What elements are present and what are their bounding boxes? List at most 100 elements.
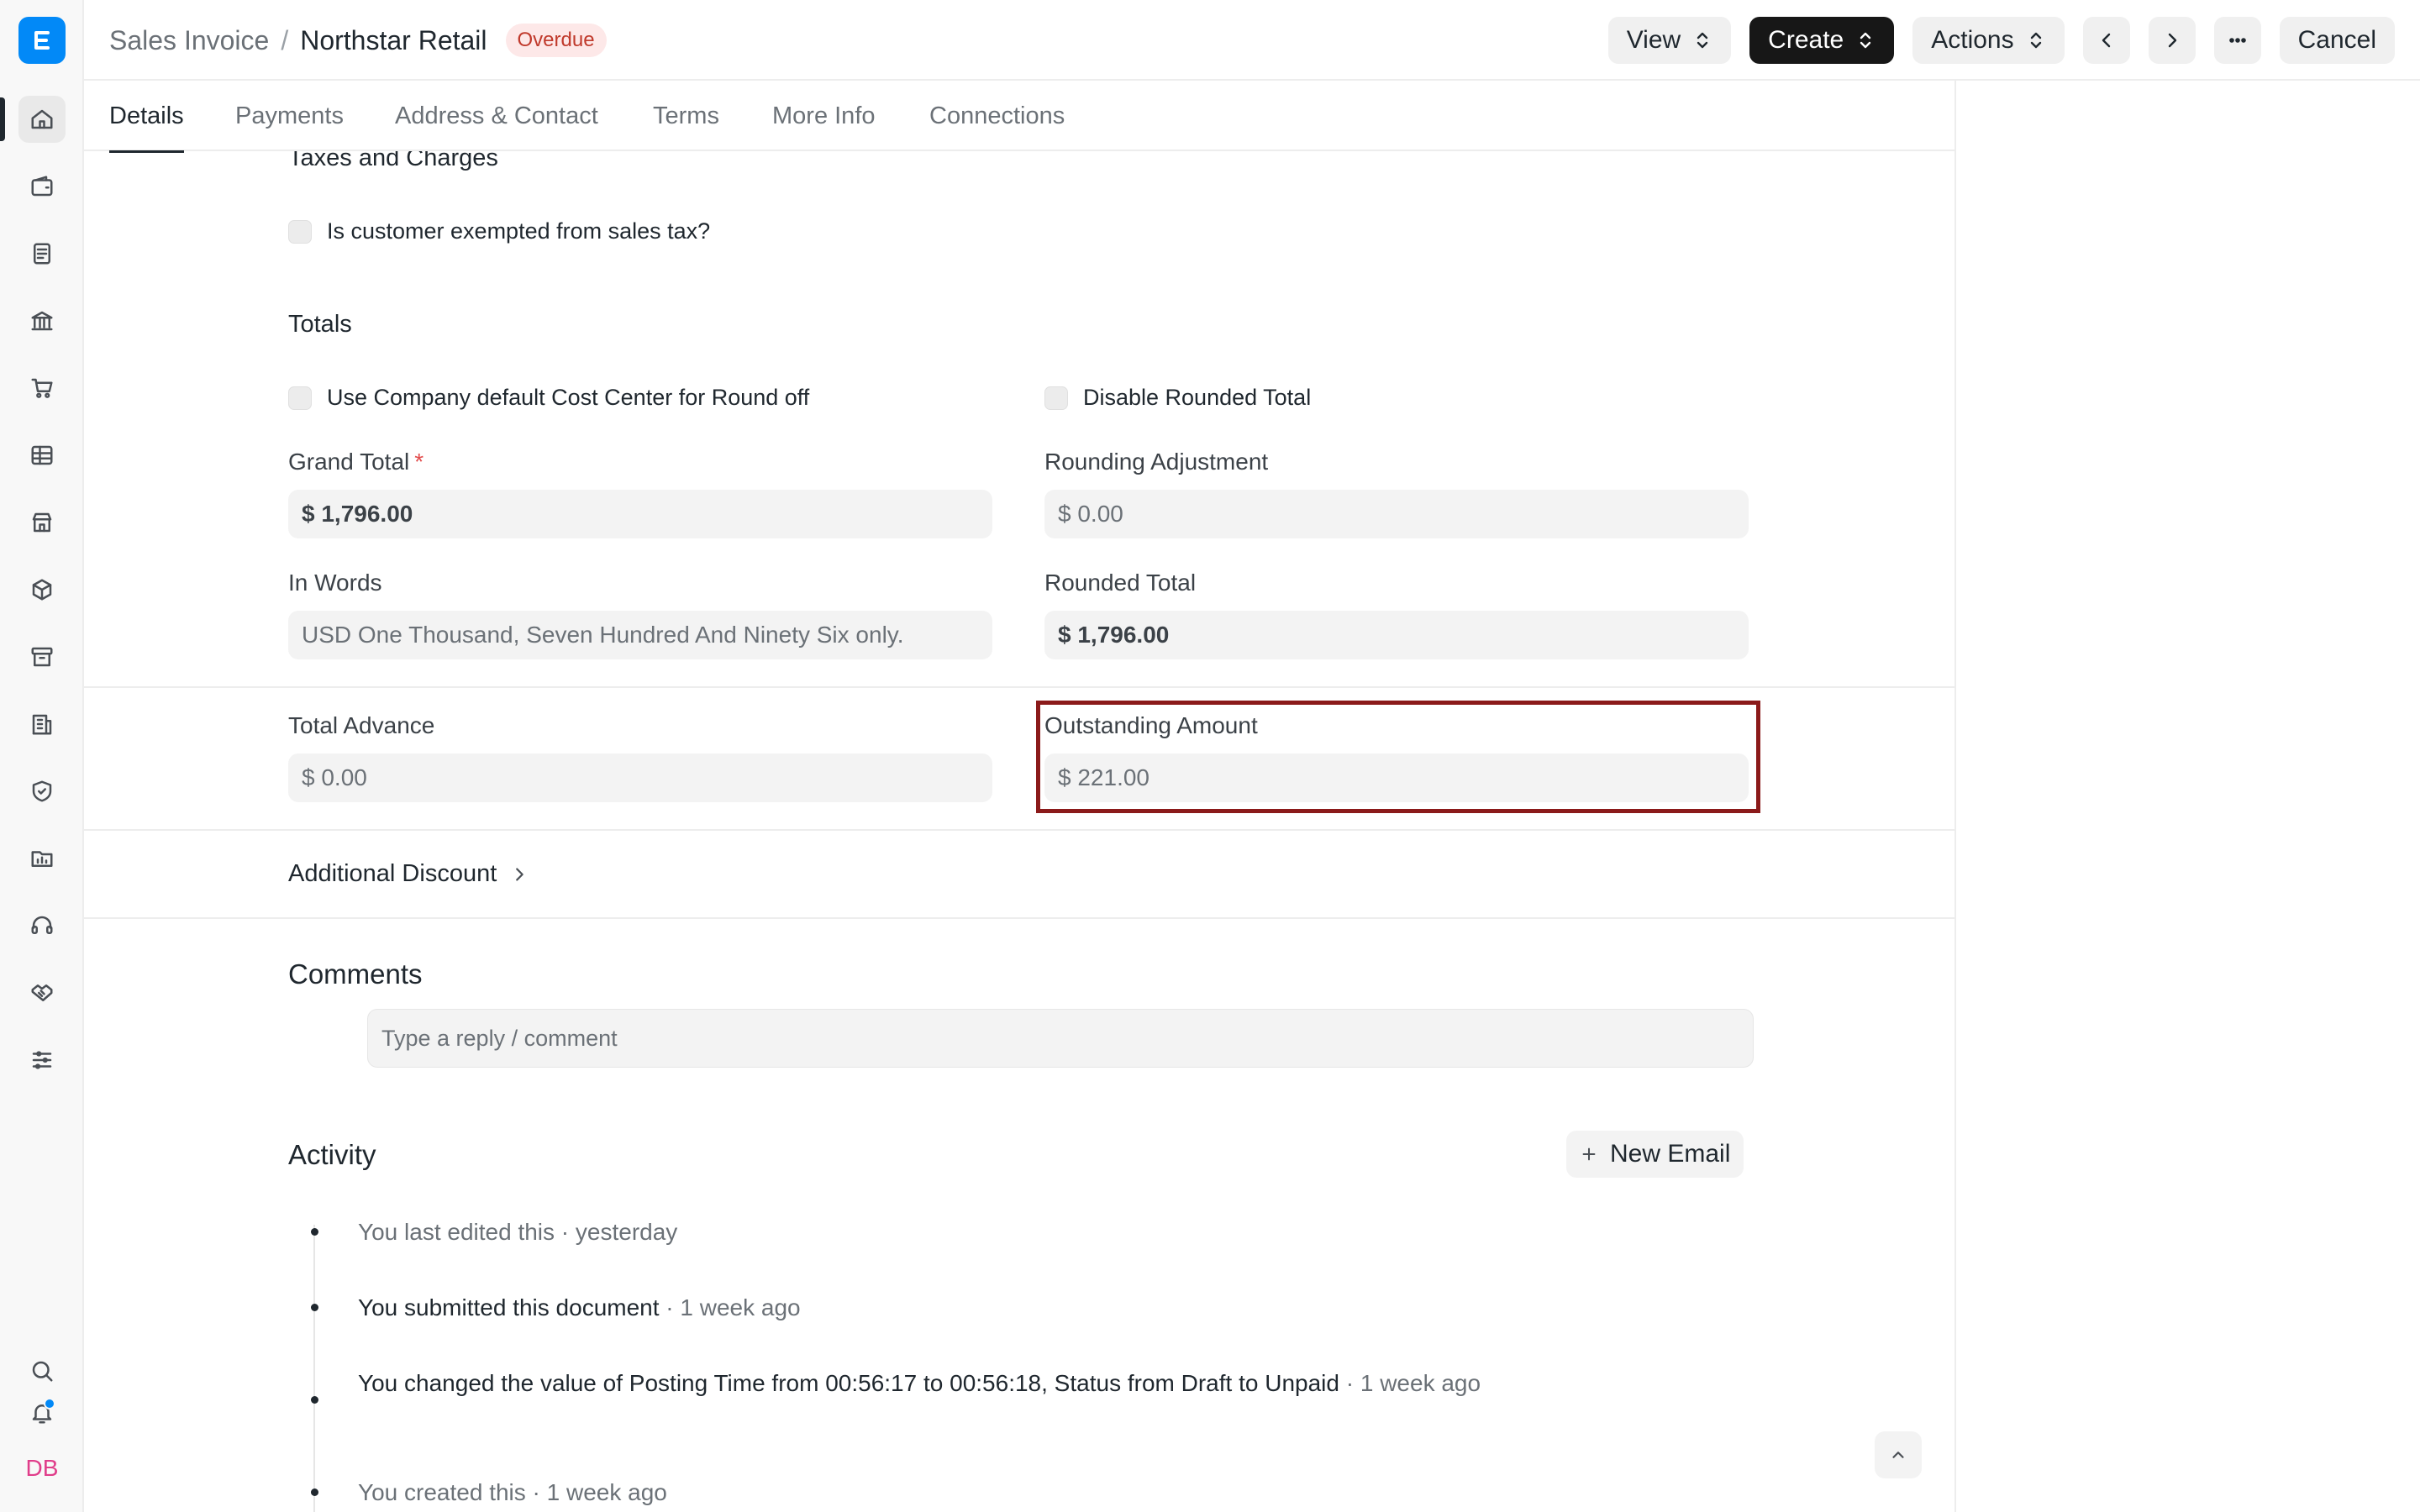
breadcrumb-parent-link[interactable]: Sales Invoice: [109, 25, 269, 56]
total-advance-field[interactable]: $ 0.00: [288, 753, 992, 802]
actions-button-label: Actions: [1931, 26, 2014, 54]
use-company-cost-center-checkbox[interactable]: [288, 386, 312, 410]
activity-timeline-line: [313, 1225, 315, 1512]
chevron-left-icon: [2102, 33, 2110, 48]
new-email-label: New Email: [1610, 1140, 1731, 1168]
grand-total-field[interactable]: $ 1,796.00: [288, 490, 992, 538]
form-content: Taxes and Charges Is customer exempted f…: [84, 151, 1954, 1512]
user-avatar[interactable]: DB: [18, 1445, 66, 1492]
chevron-right-icon: [516, 867, 524, 881]
rounded-total-label: Rounded Total: [1044, 570, 1197, 596]
additional-discount-toggle[interactable]: Additional Discount: [288, 860, 529, 888]
sidebar-active-indicator: [0, 97, 5, 141]
outstanding-amount-label: Outstanding Amount: [1044, 712, 1258, 738]
document-icon[interactable]: [18, 230, 66, 277]
chevron-up-icon: [1892, 1452, 1904, 1458]
in-words-label: In Words: [288, 570, 382, 596]
activity-item: You last edited this · yesterday: [358, 1219, 678, 1245]
cancel-button-label: Cancel: [2297, 26, 2376, 54]
grand-total-label-text: Grand Total: [288, 449, 410, 475]
more-options-button[interactable]: [2213, 17, 2261, 64]
tab-terms[interactable]: Terms: [653, 81, 719, 151]
timeline-dot: [311, 1396, 318, 1404]
view-button-label: View: [1626, 26, 1681, 54]
activity-item-time: · 1 week ago: [659, 1294, 801, 1320]
bank-icon[interactable]: [18, 297, 66, 344]
next-document-button[interactable]: [2148, 17, 2196, 64]
exempt-from-sales-tax-checkbox[interactable]: [288, 219, 312, 244]
handshake-icon[interactable]: [18, 969, 66, 1016]
outstanding-amount-field[interactable]: $ 221.00: [1044, 753, 1749, 802]
activity-item: You submitted this document · 1 week ago: [358, 1290, 1585, 1326]
archive-icon[interactable]: [18, 633, 66, 680]
erpnext-logo-icon: [34, 31, 50, 50]
home-icon[interactable]: [18, 96, 66, 143]
view-button[interactable]: View: [1607, 17, 1732, 64]
timeline-dot: [311, 1488, 318, 1496]
disable-rounded-total-row: Disable Rounded Total: [1044, 385, 1311, 411]
activity-text: You changed the value of Posting Time fr…: [358, 1370, 826, 1396]
chevron-up-down-icon: [1860, 32, 1871, 49]
activity-item-main: You submitted this document: [358, 1294, 660, 1320]
wallet-icon[interactable]: [18, 163, 66, 210]
rounding-adjustment-label: Rounding Adjustment: [1044, 449, 1269, 475]
required-mark: *: [414, 449, 424, 475]
rounded-total-field[interactable]: $ 1,796.00: [1044, 611, 1749, 659]
timeline-dot: [311, 1304, 318, 1311]
app-logo[interactable]: [18, 17, 66, 64]
tab-details[interactable]: Details: [109, 81, 184, 153]
right-panel-divider: [1954, 81, 1956, 1512]
sliders-icon[interactable]: [18, 1037, 66, 1084]
table-icon[interactable]: [18, 432, 66, 479]
activity-title: Activity: [288, 1139, 376, 1170]
in-words-field[interactable]: USD One Thousand, Seven Hundred And Nine…: [288, 611, 992, 659]
scroll-to-top-button[interactable]: [1875, 1431, 1922, 1478]
new-email-button[interactable]: New Email: [1566, 1131, 1744, 1178]
tab-payments[interactable]: Payments: [235, 81, 344, 151]
comment-input[interactable]: Type a reply / comment: [367, 1009, 1754, 1068]
exempt-from-sales-tax-row: Is customer exempted from sales tax?: [288, 218, 710, 244]
disable-rounded-total-checkbox[interactable]: [1044, 386, 1068, 410]
actions-button[interactable]: Actions: [1912, 17, 2065, 64]
headset-icon[interactable]: [18, 902, 66, 949]
tab-more-info[interactable]: More Info: [772, 81, 876, 151]
tab-connections[interactable]: Connections: [929, 81, 1065, 151]
rounding-adjustment-field[interactable]: $ 0.00: [1044, 490, 1749, 538]
cancel-button[interactable]: Cancel: [2279, 17, 2395, 64]
comments-title: Comments: [288, 958, 423, 990]
tab-address-contact[interactable]: Address & Contact: [395, 81, 598, 151]
building-icon[interactable]: [18, 701, 66, 748]
folder-chart-icon[interactable]: [18, 835, 66, 882]
additional-discount-label: Additional Discount: [288, 860, 497, 887]
notification-dot: [44, 1398, 55, 1410]
notification-bell-icon[interactable]: [18, 1389, 66, 1436]
section-divider: [84, 686, 1954, 688]
box-icon[interactable]: [18, 566, 66, 613]
activity-item: You created this · 1 week ago: [358, 1479, 667, 1505]
create-button[interactable]: Create: [1749, 17, 1895, 64]
page-title: Northstar Retail: [300, 24, 487, 55]
previous-document-button[interactable]: [2082, 17, 2130, 64]
activity-value: Unpaid: [1265, 1370, 1339, 1396]
section-divider: [84, 917, 1954, 919]
ellipsis-icon: [2228, 38, 2246, 43]
activity-value: 00:56:17: [825, 1370, 918, 1396]
activity-value: 00:56:18: [950, 1370, 1042, 1396]
store-icon[interactable]: [18, 499, 66, 546]
grand-total-label: Grand Total *: [288, 449, 424, 475]
create-button-label: Create: [1768, 26, 1844, 54]
activity-text: , Status from: [1041, 1370, 1181, 1396]
shield-icon[interactable]: [18, 768, 66, 815]
totals-section-title: Totals: [288, 311, 352, 338]
search-icon[interactable]: [18, 1347, 66, 1394]
use-company-cost-center-label: Use Company default Cost Center for Roun…: [327, 385, 810, 410]
page-header: Sales Invoice / Northstar Retail Overdue…: [84, 0, 2420, 81]
cart-icon[interactable]: [18, 365, 66, 412]
activity-item: You changed the value of Posting Time fr…: [358, 1366, 1593, 1401]
section-divider: [84, 829, 1954, 831]
exempt-from-sales-tax-label: Is customer exempted from sales tax?: [327, 218, 711, 244]
chevron-up-down-icon: [1697, 32, 1708, 49]
breadcrumb: Sales Invoice / Northstar Retail Overdue: [109, 22, 607, 59]
chevron-right-icon: [2168, 33, 2176, 48]
timeline-dot: [311, 1228, 318, 1236]
